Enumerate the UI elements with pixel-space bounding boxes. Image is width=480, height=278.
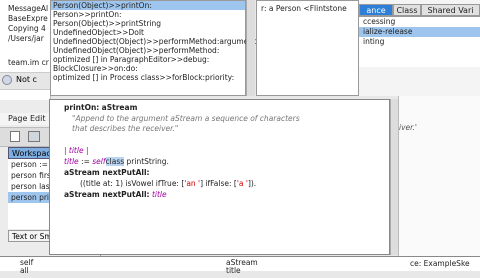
code-line-assign: title := selfclass printString. — [64, 157, 169, 166]
code-fragment: ((title at: 1) isVowel ifTrue: [ — [80, 179, 185, 188]
debugger-stack-list[interactable]: Person(Object)>>printOn: Person>>printOn… — [50, 0, 262, 96]
method-comment: "Append to the argument aStream a sequen… — [72, 114, 300, 123]
pseudo-var-self: self — [92, 157, 106, 166]
method-signature: printOn: aStream — [64, 103, 137, 112]
menu-page[interactable]: Page — [8, 113, 27, 125]
copy-icon[interactable] — [28, 131, 40, 142]
code-line: aStream nextPutAll: — [64, 168, 150, 177]
argument: aStream — [101, 103, 138, 112]
protocol-item[interactable]: ialize-release — [359, 27, 480, 37]
status-text: Not c — [16, 75, 37, 84]
code-fragment: printString. — [126, 157, 169, 166]
tab-shared-variables[interactable]: Shared Vari — [421, 4, 480, 16]
method-source-pane[interactable]: printOn: aStream "Append to the argument… — [49, 99, 390, 255]
protocol-list[interactable]: ccessing ialize-release inting — [359, 16, 480, 67]
temporaries: | title | — [64, 146, 89, 155]
context-inspector: self all aStream title ce: ExampleSke — [0, 256, 480, 275]
selector: printOn: — [64, 103, 100, 112]
code-line: aStream nextPutAll: title — [64, 190, 167, 199]
inspector-field: ce: ExampleSke — [410, 259, 470, 268]
protocol-item[interactable]: ccessing — [359, 17, 480, 27]
inspector-field[interactable]: title — [226, 264, 241, 278]
transcript-line: team.im cr — [8, 58, 49, 67]
class-browser-pane: ance Class Shared Vari ccessing ialize-r… — [359, 0, 480, 96]
transcript-line: BaseExpre — [8, 14, 48, 23]
stack-frame[interactable]: Person(Object)>>printOn: — [51, 1, 245, 10]
tab-class[interactable]: Class — [393, 4, 421, 16]
stack-frame[interactable]: UndefinedObject>>DoIt — [51, 28, 245, 37]
transcript-window: MessageAl BaseExpre Copying 4 /Users/jar… — [0, 0, 51, 100]
stack-frame[interactable]: optimized [] in Process class>>forBlock:… — [51, 73, 245, 82]
receiver-inspector[interactable]: r: a Person <Flintstone — [256, 0, 359, 96]
inspector-field[interactable]: all — [20, 264, 29, 278]
string-literal: 'an ' — [184, 179, 201, 188]
stack-scrollbar[interactable] — [246, 0, 255, 96]
assign-op: := — [81, 157, 90, 166]
var-title: title — [151, 190, 167, 199]
transcript-line: Copying 4 — [8, 24, 46, 33]
background-text: iver.' — [399, 123, 417, 132]
protocol-item[interactable]: inting — [359, 37, 480, 47]
transcript-line: MessageAl — [8, 4, 49, 13]
method-comment: that describes the receiver." — [72, 124, 179, 133]
stack-frame[interactable]: UndefinedObject(Object)>>performMethod:a… — [51, 37, 262, 46]
highlighted-selector: class — [105, 157, 125, 166]
code-line-conditional: ((title at: 1) isVowel ifTrue: ['an '] i… — [80, 179, 256, 188]
stack-frame[interactable]: Person>>printOn: — [51, 10, 245, 19]
tab-instance[interactable]: ance — [359, 4, 393, 16]
code-fragment: aStream nextPutAll: — [64, 190, 150, 199]
menu-edit[interactable]: Edit — [30, 113, 46, 125]
info-icon — [2, 75, 12, 85]
code-fragment: ] ifFalse: [ — [200, 179, 237, 188]
receiver-text: r: a Person <Flintstone — [261, 4, 347, 13]
status-bar: Not c — [0, 72, 50, 90]
page-icon[interactable] — [10, 131, 20, 142]
stack-frame[interactable]: UndefinedObject(Object)>>performMethod: — [51, 46, 245, 55]
code-fragment: ]). — [247, 179, 257, 188]
var-title: title — [64, 157, 79, 166]
code-fragment: aStream nextPutAll: — [64, 168, 150, 177]
background-window: iver.' — [398, 96, 480, 256]
transcript-line: /Users/jar — [8, 34, 44, 43]
stack-frame[interactable]: BlockClosure>>on:do: — [51, 64, 245, 73]
stack-frame[interactable]: Person(Object)>>printString — [51, 19, 245, 28]
string-literal: 'a ' — [236, 179, 248, 188]
stack-frame[interactable]: optimized [] in ParagraphEditor>>debug: — [51, 55, 245, 64]
